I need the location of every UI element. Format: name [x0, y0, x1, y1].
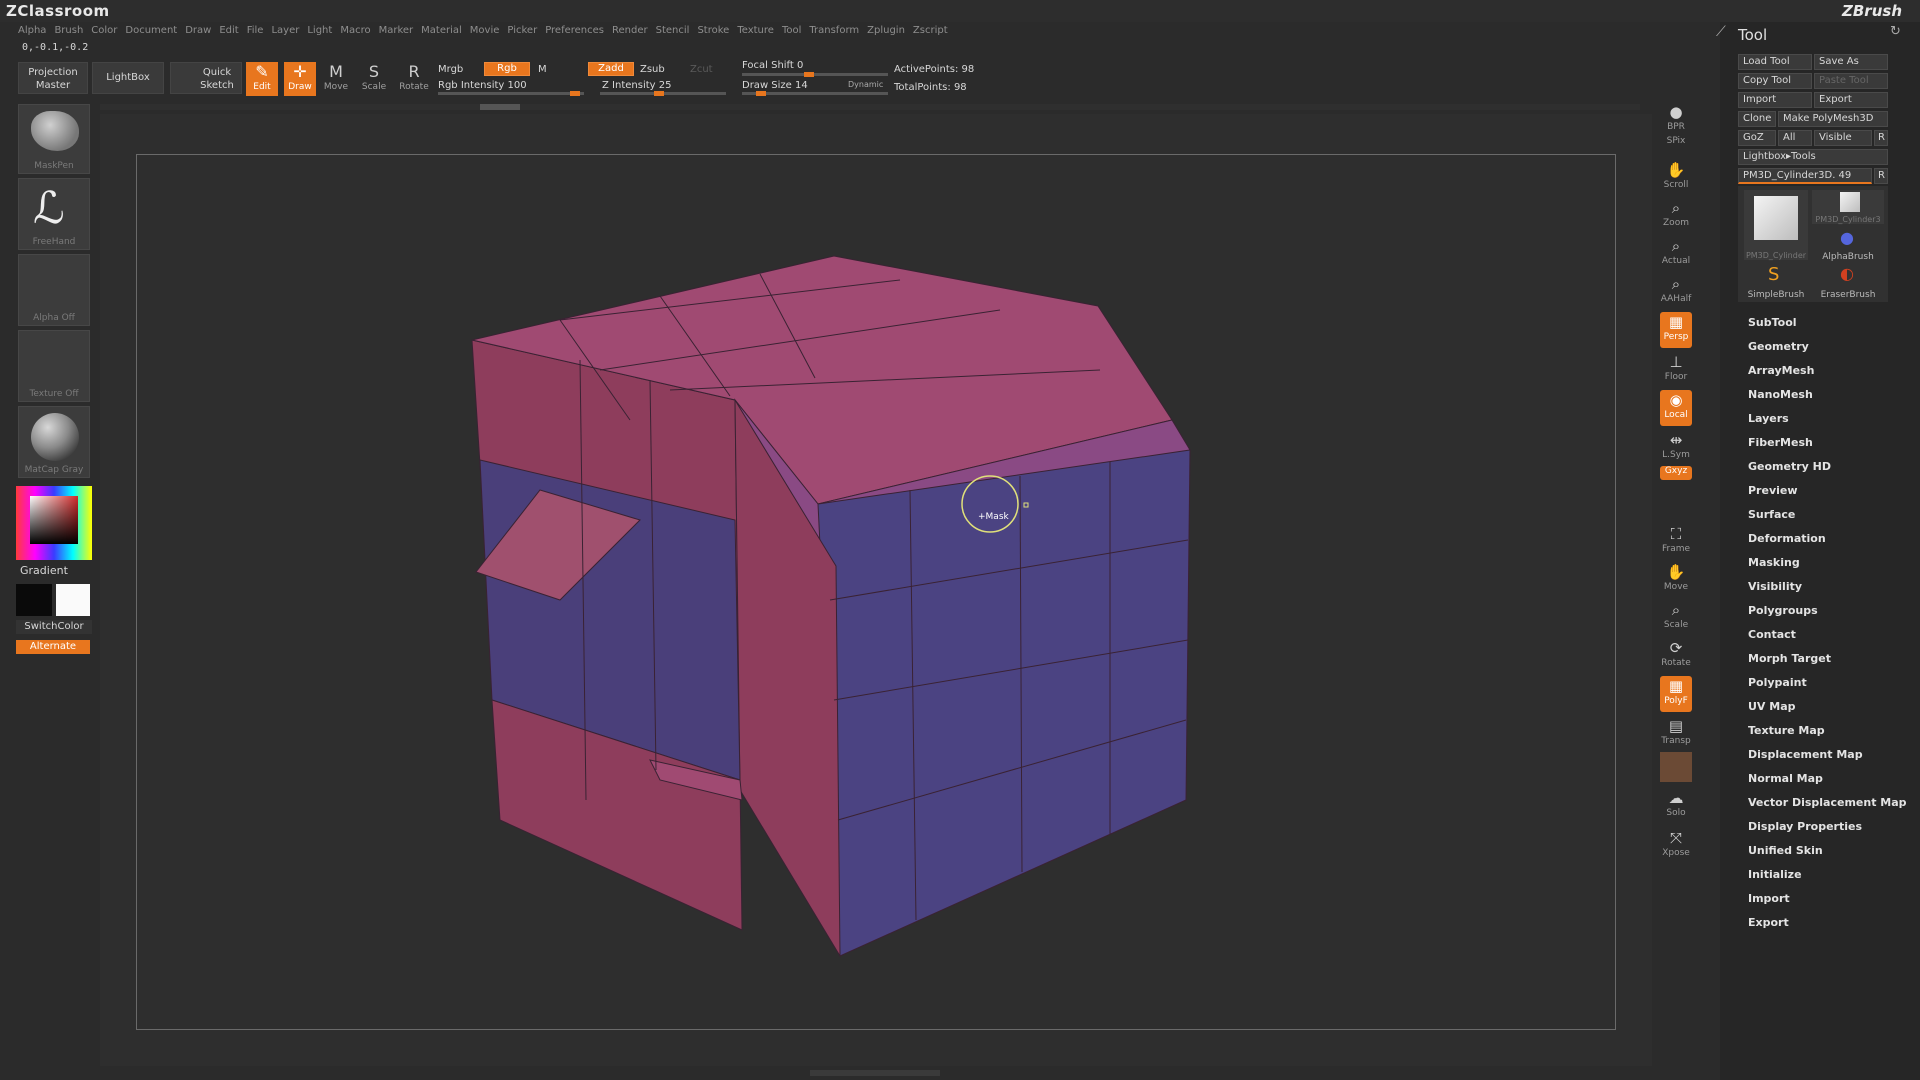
section-display-properties[interactable]: Display Properties: [1748, 820, 1862, 833]
cube-thumb-small-icon: [1840, 192, 1860, 212]
current-tool-slider[interactable]: PM3D_Cylinder3D. 49: [1738, 168, 1872, 184]
section-deformation[interactable]: Deformation: [1748, 532, 1826, 545]
scroll-hand-icon: ✋: [1666, 161, 1686, 179]
frame-icon: ⛶: [1670, 525, 1682, 543]
eraserbrush-icon: ◐: [1840, 264, 1854, 283]
section-vector-displacement-map[interactable]: Vector Displacement Map: [1748, 796, 1907, 809]
cube-thumb-icon: [1754, 196, 1798, 240]
actual-icon: ⌕: [1671, 237, 1681, 255]
paste-tool-button[interactable]: Paste Tool: [1814, 73, 1888, 89]
import-button[interactable]: Import: [1738, 92, 1812, 108]
lsym-button[interactable]: ⇹ L.Sym: [1660, 430, 1692, 466]
xpose-button[interactable]: ⤧ Xpose: [1660, 828, 1692, 864]
palette-pin-icon[interactable]: ⟋: [1716, 24, 1726, 40]
bpr-button[interactable]: ● BPR: [1660, 102, 1692, 138]
section-geometry-hd[interactable]: Geometry HD: [1748, 460, 1831, 473]
goz-button[interactable]: GoZ: [1738, 130, 1776, 146]
current-tool-r-button[interactable]: R: [1874, 168, 1888, 184]
transp-icon: ▤: [1668, 717, 1684, 735]
section-preview[interactable]: Preview: [1748, 484, 1798, 497]
section-export[interactable]: Export: [1748, 916, 1789, 929]
thumb-alphabrush[interactable]: ● AlphaBrush: [1812, 228, 1884, 262]
section-displacement-map[interactable]: Displacement Map: [1748, 748, 1863, 761]
simplebrush-icon: S: [1768, 264, 1780, 285]
thumb-eraserbrush[interactable]: ◐ EraserBrush: [1812, 264, 1884, 300]
actual-button[interactable]: ⌕ Actual: [1660, 236, 1692, 272]
section-masking[interactable]: Masking: [1748, 556, 1800, 569]
move-hand-icon: ✋: [1666, 563, 1686, 581]
section-layers[interactable]: Layers: [1748, 412, 1789, 425]
all-button[interactable]: All: [1778, 130, 1812, 146]
section-fibermesh[interactable]: FiberMesh: [1748, 436, 1813, 449]
section-texture-map[interactable]: Texture Map: [1748, 724, 1825, 737]
scale-view-button[interactable]: ⌕ Scale: [1660, 600, 1692, 636]
scale-icon: ⌕: [1671, 601, 1681, 619]
persp-icon: ▦: [1668, 313, 1684, 331]
section-polypaint[interactable]: Polypaint: [1748, 676, 1807, 689]
section-initialize[interactable]: Initialize: [1748, 868, 1802, 881]
frame-button[interactable]: ⛶ Frame: [1660, 524, 1692, 560]
section-subtool[interactable]: SubTool: [1748, 316, 1797, 329]
section-arraymesh[interactable]: ArrayMesh: [1748, 364, 1814, 377]
scroll-button[interactable]: ✋ Scroll: [1660, 160, 1692, 196]
bottom-tray-handle[interactable]: [810, 1070, 940, 1076]
spix-control[interactable]: SPix: [1660, 136, 1692, 154]
rotate-icon: ⟳: [1669, 639, 1683, 657]
aahalf-icon: ⌕: [1671, 275, 1681, 293]
goz-r-button[interactable]: R: [1874, 130, 1888, 146]
clone-button[interactable]: Clone: [1738, 111, 1776, 127]
xpose-icon: ⤧: [1669, 829, 1682, 847]
thumb-pm3d-cylinder3[interactable]: PM3D_Cylinder3: [1812, 190, 1884, 224]
solo-button[interactable]: ☁ Solo: [1660, 788, 1692, 824]
rotate-view-button[interactable]: ⟳ Rotate: [1660, 638, 1692, 674]
local-icon: ◉: [1669, 391, 1683, 409]
section-surface[interactable]: Surface: [1748, 508, 1795, 521]
section-geometry[interactable]: Geometry: [1748, 340, 1809, 353]
lightbox-tools-button[interactable]: Lightbox▸Tools: [1738, 149, 1888, 165]
floor-button[interactable]: ⊥ Floor: [1660, 352, 1692, 388]
gxyz-button[interactable]: Gxyz: [1660, 466, 1692, 480]
aahalf-button[interactable]: ⌕ AAHalf: [1660, 274, 1692, 310]
section-morph-target[interactable]: Morph Target: [1748, 652, 1831, 665]
save-as-button[interactable]: Save As: [1814, 54, 1888, 70]
persp-button[interactable]: ▦ Persp: [1660, 312, 1692, 348]
export-button[interactable]: Export: [1814, 92, 1888, 108]
section-normal-map[interactable]: Normal Map: [1748, 772, 1823, 785]
make-polymesh3d-button[interactable]: Make PolyMesh3D: [1778, 111, 1888, 127]
section-contact[interactable]: Contact: [1748, 628, 1796, 641]
move-view-button[interactable]: ✋ Move: [1660, 562, 1692, 598]
section-uv-map[interactable]: UV Map: [1748, 700, 1796, 713]
copy-tool-button[interactable]: Copy Tool: [1738, 73, 1812, 89]
mesh-viewport[interactable]: [0, 0, 1920, 1080]
section-nanomesh[interactable]: NanoMesh: [1748, 388, 1813, 401]
section-unified-skin[interactable]: Unified Skin: [1748, 844, 1823, 857]
thumb-simplebrush[interactable]: S SimpleBrush: [1744, 264, 1808, 300]
local-button[interactable]: ◉ Local: [1660, 390, 1692, 426]
section-polygroups[interactable]: Polygroups: [1748, 604, 1818, 617]
solo-icon: ☁: [1668, 789, 1684, 807]
load-tool-button[interactable]: Load Tool: [1738, 54, 1812, 70]
ghost-button[interactable]: [1660, 752, 1692, 782]
transp-button[interactable]: ▤ Transp: [1660, 716, 1692, 752]
bpr-icon: ●: [1669, 103, 1683, 121]
zoom-icon: ⌕: [1671, 199, 1681, 217]
mesh-front-face: [817, 449, 1191, 957]
cursor-label: +Mask: [978, 512, 1009, 522]
tool-palette-title[interactable]: Tool: [1738, 26, 1767, 44]
zoom-button[interactable]: ⌕ Zoom: [1660, 198, 1692, 234]
refresh-icon[interactable]: ↻: [1890, 24, 1901, 39]
visible-button[interactable]: Visible: [1814, 130, 1872, 146]
section-import[interactable]: Import: [1748, 892, 1790, 905]
thumb-pm3d-cylinder[interactable]: PM3D_Cylinder: [1744, 190, 1808, 260]
section-visibility[interactable]: Visibility: [1748, 580, 1802, 593]
lsym-icon: ⇹: [1669, 431, 1683, 449]
alphabrush-icon: ●: [1840, 228, 1854, 247]
polyf-button[interactable]: ▦ PolyF: [1660, 676, 1692, 712]
floor-icon: ⊥: [1669, 353, 1683, 371]
polyf-icon: ▦: [1668, 677, 1684, 695]
